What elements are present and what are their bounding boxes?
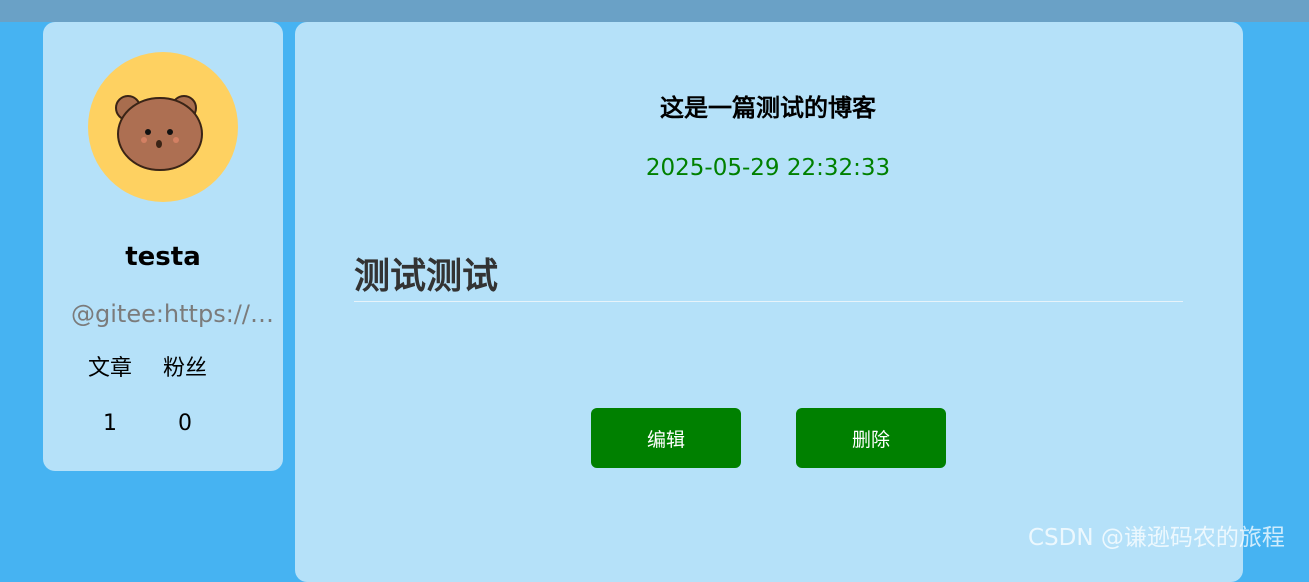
edit-button[interactable]: 编辑 [591,408,741,468]
content-divider [354,301,1183,302]
avatar [88,52,238,202]
stat-articles-label: 文章 [87,356,132,381]
stat-fans-value: 0 [178,411,192,436]
stat-fans-label: 粉丝 [162,356,207,381]
stat-articles-value: 1 [103,411,117,436]
blog-content-heading: 测试测试 [354,256,499,297]
profile-card: testa @gitee:https://gi... 文章 粉丝 1 0 [43,22,283,471]
delete-button[interactable]: 删除 [796,408,946,468]
username: testa [125,242,201,272]
blog-detail-card: 这是一篇测试的博客 2025-05-29 22:32:33 测试测试 编辑 删除 [295,22,1243,582]
blog-title: 这是一篇测试的博客 [660,94,876,122]
bear-avatar-icon [115,95,203,171]
csdn-watermark: CSDN @谦逊码农的旅程 [1028,525,1285,551]
top-nav-bar [0,0,1309,22]
blog-timestamp: 2025-05-29 22:32:33 [645,155,891,181]
gitee-link[interactable]: @gitee:https://gi... [71,300,283,328]
